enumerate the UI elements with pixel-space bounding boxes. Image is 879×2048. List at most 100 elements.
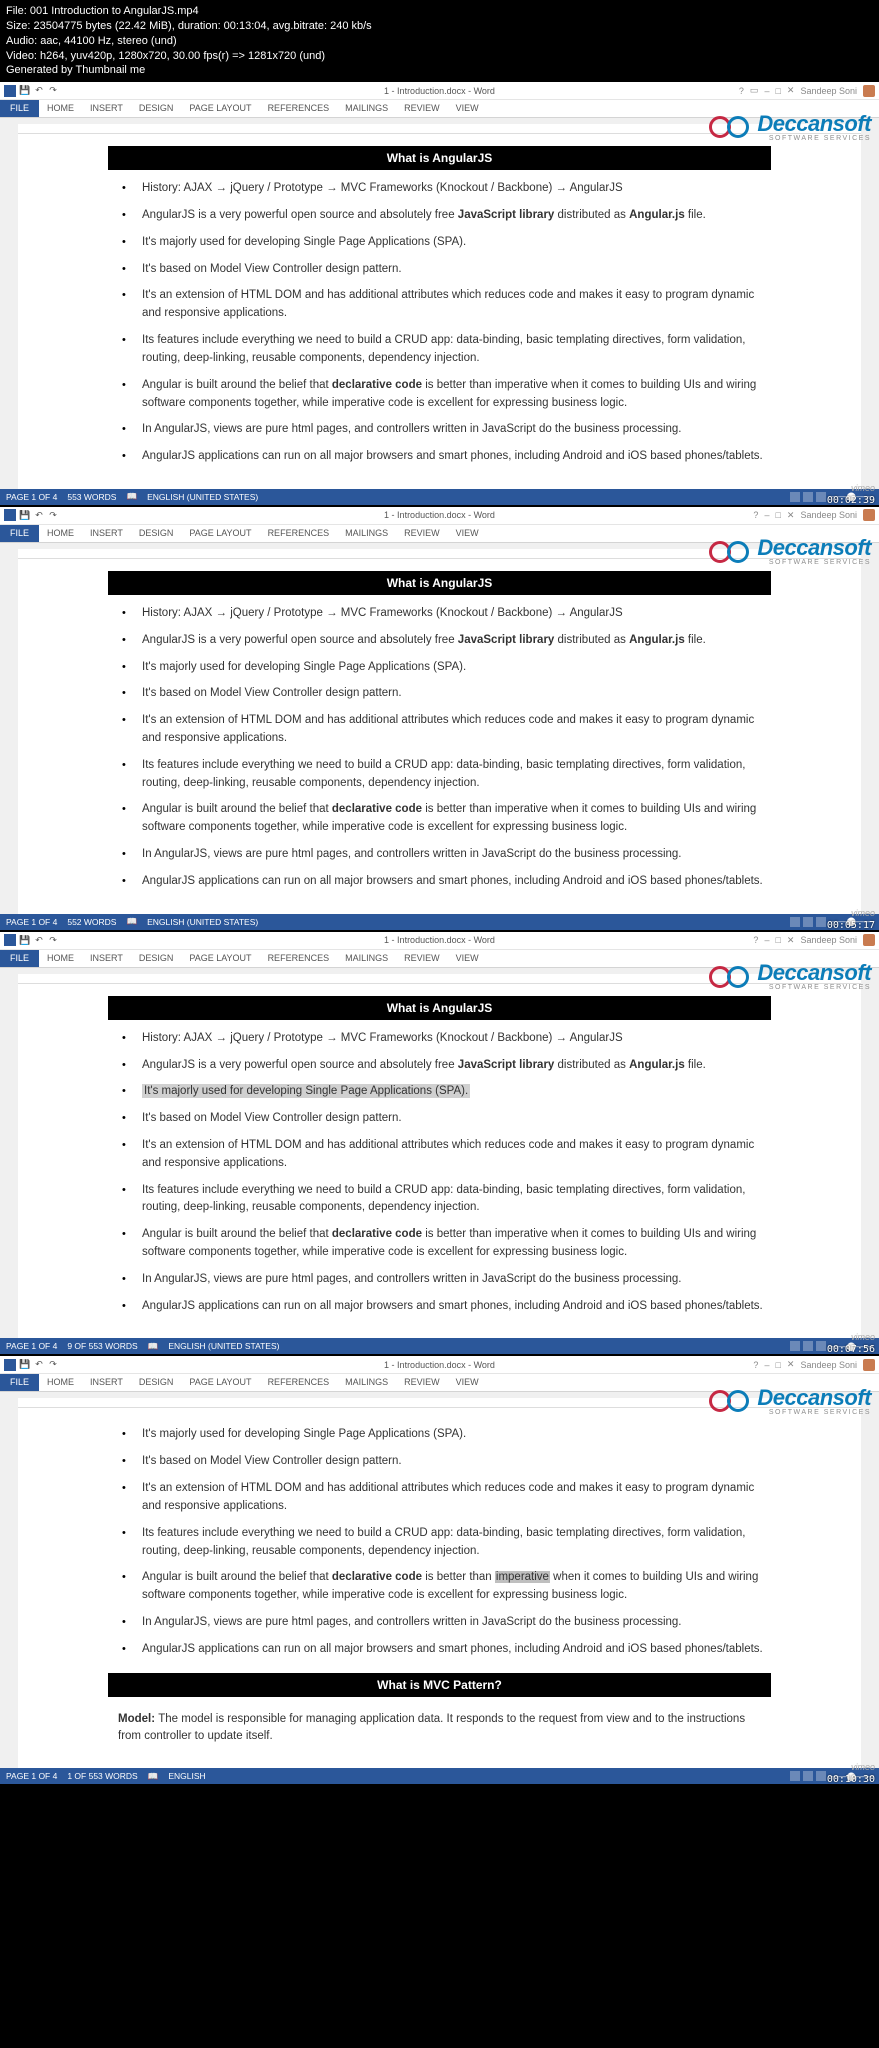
tab-review[interactable]: REVIEW (396, 950, 448, 967)
tab-pagelayout[interactable]: PAGE LAYOUT (181, 100, 259, 117)
file-tab[interactable]: FILE (0, 1374, 39, 1391)
redo-icon[interactable]: ↷ (48, 1360, 58, 1370)
minimize-icon[interactable]: – (764, 510, 769, 520)
language[interactable]: ENGLISH (UNITED STATES) (147, 917, 258, 927)
view-web-icon[interactable] (816, 492, 826, 502)
tab-home[interactable]: HOME (39, 525, 82, 542)
language[interactable]: ENGLISH (168, 1771, 205, 1781)
view-web-icon[interactable] (816, 1771, 826, 1781)
page-content[interactable]: What is AngularJS History: AJAX → jQuery… (18, 559, 861, 914)
view-web-icon[interactable] (816, 917, 826, 927)
tab-insert[interactable]: INSERT (82, 1374, 131, 1391)
tab-pagelayout[interactable]: PAGE LAYOUT (181, 1374, 259, 1391)
tab-review[interactable]: REVIEW (396, 525, 448, 542)
user-name[interactable]: Sandeep Soni (800, 935, 857, 945)
undo-icon[interactable]: ↶ (34, 1360, 44, 1370)
tab-design[interactable]: DESIGN (131, 950, 182, 967)
document-area[interactable]: It's majorly used for developing Single … (0, 1392, 879, 1768)
document-area[interactable]: What is AngularJS History: AJAX → jQuery… (0, 118, 879, 489)
page-content[interactable]: It's majorly used for developing Single … (18, 1408, 861, 1768)
close-icon[interactable]: ✕ (787, 510, 795, 521)
maximize-icon[interactable]: □ (775, 510, 780, 520)
tab-references[interactable]: REFERENCES (260, 950, 338, 967)
save-icon[interactable]: 💾 (20, 510, 30, 520)
tab-mailings[interactable]: MAILINGS (337, 525, 396, 542)
undo-icon[interactable]: ↶ (34, 935, 44, 945)
zoom-slider[interactable]: ——⬤—— (829, 1341, 873, 1352)
tab-design[interactable]: DESIGN (131, 1374, 182, 1391)
zoom-slider[interactable]: ——⬤—— (829, 491, 873, 502)
spell-icon[interactable]: 📖 (148, 1341, 159, 1352)
close-icon[interactable]: ✕ (787, 935, 795, 946)
tab-design[interactable]: DESIGN (131, 100, 182, 117)
user-name[interactable]: Sandeep Soni (800, 86, 857, 96)
help-icon[interactable]: ? (753, 1360, 758, 1370)
word-count[interactable]: 9 OF 553 WORDS (67, 1341, 137, 1351)
tab-insert[interactable]: INSERT (82, 525, 131, 542)
zoom-slider[interactable]: ——⬤—— (829, 1771, 873, 1782)
page-indicator[interactable]: PAGE 1 OF 4 (6, 492, 57, 502)
file-tab[interactable]: FILE (0, 525, 39, 542)
word-count[interactable]: 552 WORDS (67, 917, 116, 927)
tab-references[interactable]: REFERENCES (260, 525, 338, 542)
tab-insert[interactable]: INSERT (82, 100, 131, 117)
view-print-icon[interactable] (803, 1341, 813, 1351)
spell-icon[interactable]: 📖 (126, 491, 137, 502)
save-icon[interactable]: 💾 (20, 935, 30, 945)
view-web-icon[interactable] (816, 1341, 826, 1351)
redo-icon[interactable]: ↷ (48, 510, 58, 520)
tab-view[interactable]: VIEW (448, 950, 487, 967)
tab-home[interactable]: HOME (39, 100, 82, 117)
tab-mailings[interactable]: MAILINGS (337, 950, 396, 967)
file-tab[interactable]: FILE (0, 100, 39, 117)
document-area[interactable]: What is AngularJS History: AJAX → jQuery… (0, 968, 879, 1339)
language[interactable]: ENGLISH (UNITED STATES) (147, 492, 258, 502)
minimize-icon[interactable]: – (764, 1360, 769, 1370)
tab-review[interactable]: REVIEW (396, 1374, 448, 1391)
view-read-icon[interactable] (790, 1341, 800, 1351)
user-name[interactable]: Sandeep Soni (800, 510, 857, 520)
tab-design[interactable]: DESIGN (131, 525, 182, 542)
close-icon[interactable]: ✕ (787, 1359, 795, 1370)
redo-icon[interactable]: ↷ (48, 86, 58, 96)
tab-review[interactable]: REVIEW (396, 100, 448, 117)
minimize-icon[interactable]: – (764, 935, 769, 945)
user-avatar[interactable] (863, 1359, 875, 1371)
tab-pagelayout[interactable]: PAGE LAYOUT (181, 950, 259, 967)
file-tab[interactable]: FILE (0, 950, 39, 967)
undo-icon[interactable]: ↶ (34, 86, 44, 96)
tab-references[interactable]: REFERENCES (260, 100, 338, 117)
tab-references[interactable]: REFERENCES (260, 1374, 338, 1391)
maximize-icon[interactable]: □ (775, 86, 780, 96)
page-content[interactable]: What is AngularJS History: AJAX → jQuery… (18, 134, 861, 489)
user-avatar[interactable] (863, 509, 875, 521)
help-icon[interactable]: ? (753, 510, 758, 520)
page-indicator[interactable]: PAGE 1 OF 4 (6, 1771, 57, 1781)
maximize-icon[interactable]: □ (775, 1360, 780, 1370)
page-indicator[interactable]: PAGE 1 OF 4 (6, 917, 57, 927)
user-name[interactable]: Sandeep Soni (800, 1360, 857, 1370)
tab-mailings[interactable]: MAILINGS (337, 1374, 396, 1391)
tab-home[interactable]: HOME (39, 950, 82, 967)
save-icon[interactable]: 💾 (20, 86, 30, 96)
ribbon-min-icon[interactable]: ▭ (750, 85, 759, 96)
word-count[interactable]: 1 OF 553 WORDS (67, 1771, 137, 1781)
close-icon[interactable]: ✕ (787, 85, 795, 96)
tab-pagelayout[interactable]: PAGE LAYOUT (181, 525, 259, 542)
tab-view[interactable]: VIEW (448, 100, 487, 117)
spell-icon[interactable]: 📖 (126, 916, 137, 927)
word-count[interactable]: 553 WORDS (67, 492, 116, 502)
help-icon[interactable]: ? (739, 86, 744, 96)
undo-icon[interactable]: ↶ (34, 510, 44, 520)
tab-view[interactable]: VIEW (448, 525, 487, 542)
user-avatar[interactable] (863, 85, 875, 97)
tab-home[interactable]: HOME (39, 1374, 82, 1391)
redo-icon[interactable]: ↷ (48, 935, 58, 945)
view-read-icon[interactable] (790, 917, 800, 927)
tab-view[interactable]: VIEW (448, 1374, 487, 1391)
page-content[interactable]: What is AngularJS History: AJAX → jQuery… (18, 984, 861, 1339)
tab-insert[interactable]: INSERT (82, 950, 131, 967)
tab-mailings[interactable]: MAILINGS (337, 100, 396, 117)
minimize-icon[interactable]: – (764, 86, 769, 96)
view-print-icon[interactable] (803, 1771, 813, 1781)
